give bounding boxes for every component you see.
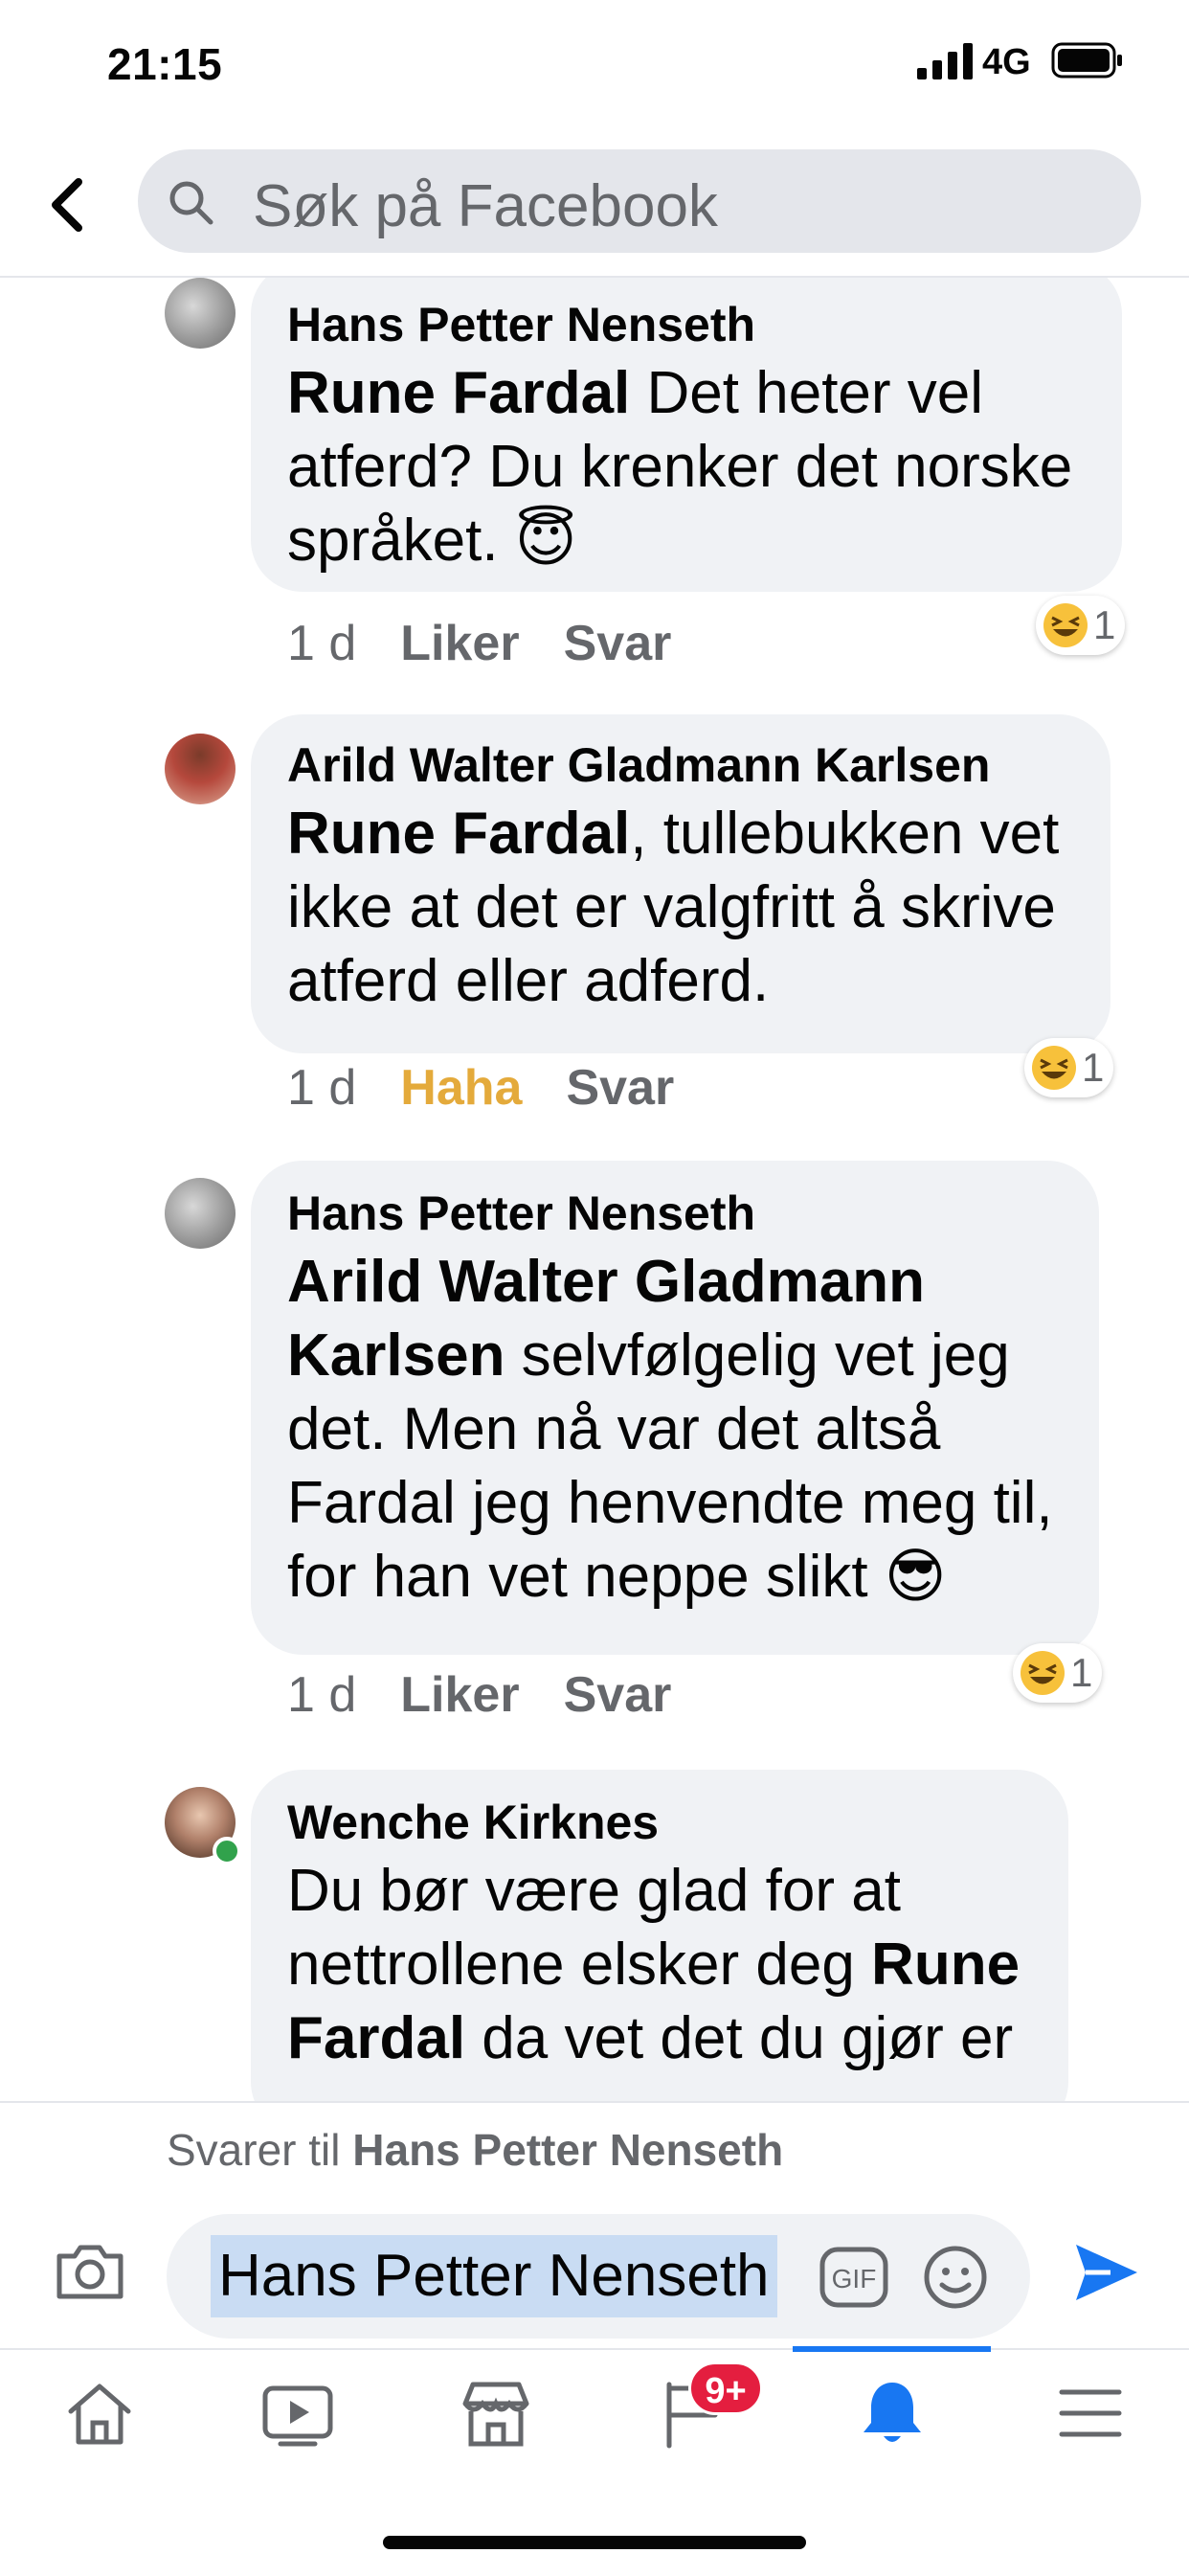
comment-actions: 1 d Liker Svar [287,1666,715,1724]
camera-icon[interactable] [54,2241,126,2302]
haha-emoji-icon [1043,603,1088,647]
tab-notifications[interactable] [793,2346,991,2474]
send-icon[interactable] [1072,2239,1141,2306]
comment-time[interactable]: 1 d [287,1667,356,1723]
comment-author[interactable]: Wenche Kirknes [287,1791,1034,1854]
comment-mention[interactable]: Rune Fardal [287,801,630,867]
comment-author[interactable]: Hans Petter Nenseth [287,1182,1065,1245]
avatar[interactable] [165,1178,236,1249]
reply-button[interactable]: Svar [566,1060,674,1116]
comment-actions: 1 d Liker Svar [287,615,715,672]
menu-icon [1059,2389,1122,2437]
comment-bubble[interactable]: Hans Petter Nenseth Arild Walter Gladman… [251,1161,1099,1655]
network-type: 4G [982,42,1031,82]
tab-marketplace[interactable] [396,2350,594,2474]
reply-button[interactable]: Svar [564,1667,672,1723]
reaction-summary[interactable]: 1 [1013,1643,1103,1703]
active-tab-indicator [793,2346,991,2352]
signal-strength-icon [917,43,973,79]
comment-text: Arild Walter Gladmann Karlsen selvfølgel… [287,1245,1065,1614]
tab-menu[interactable] [991,2350,1189,2474]
emoji-icon[interactable] [923,2245,988,2310]
reaction-summary[interactable]: 1 [1036,596,1126,655]
reaction-count: 1 [1082,1045,1105,1090]
comment-time[interactable]: 1 d [287,1060,356,1116]
avatar[interactable] [165,734,236,804]
reaction-summary[interactable]: 1 [1024,1038,1114,1097]
notifications-bell-icon [864,2383,921,2442]
comment-text: Rune Fardal Det heter vel atferd? Du kre… [287,356,1088,577]
comment-body: Du bør være glad for at nettrollene elsk… [287,1858,901,1998]
search-placeholder: Søk på Facebook [253,173,718,239]
reaction-count: 1 [1093,602,1116,647]
reply-composer-area: Svarer til Hans Petter Nenseth Hans Pett… [0,2101,1189,2350]
search-header: Søk på Facebook [0,134,1189,278]
watch-icon [262,2385,333,2447]
notification-badge: 9+ [688,2361,763,2415]
gif-icon[interactable]: GIF [819,2247,888,2308]
comment-body-continued: da vet det du gjør er [465,2005,1014,2071]
status-time: 21:15 [107,39,223,89]
reply-button[interactable]: Svar [564,616,672,671]
comment-author[interactable]: Hans Petter Nenseth [287,293,1088,356]
comment-text: Rune Fardal, tullebukken vet ikke at det… [287,797,1076,1018]
comment-time[interactable]: 1 d [287,616,356,671]
reply-input-value[interactable]: Hans Petter Nenseth [211,2235,777,2317]
search-icon [169,181,213,225]
gif-label: GIF [832,2264,877,2294]
comment-author[interactable]: Arild Walter Gladmann Karlsen [287,734,1076,797]
comment-list: Hans Petter Nenseth Rune Fardal Det hete… [0,278,1189,2101]
comment-bubble[interactable]: Arild Walter Gladmann Karlsen Rune Farda… [251,714,1110,1053]
tab-home[interactable] [0,2350,198,2474]
haha-reaction-button[interactable]: Haha [400,1060,522,1116]
comment-bubble[interactable]: Hans Petter Nenseth Rune Fardal Det hete… [251,278,1122,592]
tab-pages[interactable]: 9+ [594,2350,793,2474]
replying-to-label: Svarer til Hans Petter Nenseth [167,2124,783,2176]
online-status-indicator [213,1837,241,1865]
battery-icon [1051,42,1122,79]
comment-bubble[interactable]: Wenche Kirknes Du bør være glad for at n… [251,1770,1068,2101]
haha-emoji-icon [1032,1046,1076,1090]
like-button[interactable]: Liker [400,616,519,671]
replying-target: Hans Petter Nenseth [352,2125,784,2175]
like-button[interactable]: Liker [400,1667,519,1723]
tab-watch[interactable] [198,2350,396,2474]
search-input[interactable]: Søk på Facebook [138,149,1141,253]
reaction-count: 1 [1070,1650,1093,1695]
comment-text: Du bør være glad for at nettrollene elsk… [287,1854,1034,2075]
home-indicator [383,2536,806,2549]
status-bar: 21:15 4G [0,0,1189,134]
marketplace-icon [462,2382,529,2447]
reply-input[interactable]: Hans Petter Nenseth GIF [167,2214,1030,2339]
replying-prefix: Svarer til [167,2125,353,2175]
haha-emoji-icon [1021,1651,1065,1695]
back-arrow-icon[interactable] [40,169,98,241]
comment-mention[interactable]: Rune Fardal [287,360,630,426]
comment-actions: 1 d Haha Svar [287,1059,718,1117]
home-icon [68,2384,131,2445]
avatar[interactable] [165,278,236,349]
